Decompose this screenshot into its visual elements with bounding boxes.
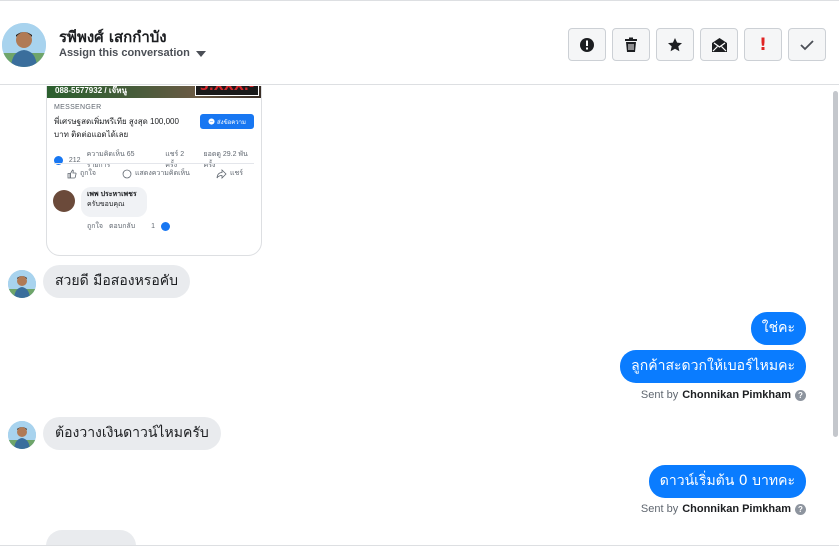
post-source-label: MESSENGER	[54, 104, 102, 111]
chevron-down-icon	[195, 50, 206, 57]
share-icon	[216, 168, 227, 179]
comment-author: เพพ ประหาเพชร	[87, 191, 137, 198]
outgoing-message: ลูกค้าสะดวกให้เบอร์ไหมคะ	[620, 350, 806, 383]
help-icon[interactable]: ?	[795, 503, 806, 515]
send-message-button[interactable]: ส่งข้อความ	[200, 114, 254, 129]
comment-meta: ถูกใจ ตอบกลับ 1	[87, 221, 171, 232]
post-share-action[interactable]: แชร์	[216, 168, 243, 179]
post-like-action[interactable]: ถูกใจ	[67, 168, 96, 179]
messenger-icon	[208, 118, 215, 125]
comment-like-link[interactable]: ถูกใจ	[87, 221, 103, 232]
incoming-message: ต้องวางเงินดาวน์ไหมครับ	[43, 417, 221, 450]
trash-icon	[625, 37, 637, 52]
post-image: 088-5577932 / เจ๊หนู 5.XXX.-	[47, 86, 261, 98]
conversation-header: รพีพงศ์ เสกกำบัง Assign this conversatio…	[0, 1, 839, 85]
exclamation-icon: !	[759, 34, 767, 55]
sent-by-label: Sent by Chonnikan Pimkham ?	[641, 503, 806, 515]
thumbs-up-icon	[67, 169, 77, 178]
sent-by-agent: Chonnikan Pimkham	[682, 389, 791, 401]
like-reaction-icon	[161, 222, 171, 231]
sent-by-prefix: Sent by	[640, 503, 679, 515]
post-like-label: ถูกใจ	[80, 170, 96, 177]
commenter-avatar	[53, 190, 75, 212]
comment-text: ครับขอบคุณ	[87, 201, 125, 208]
assign-conversation-dropdown[interactable]: Assign this conversation	[59, 47, 206, 59]
post-phone: 088-5577932 / เจ๊หนู	[55, 86, 127, 95]
sent-by-agent: Chonnikan Pimkham	[682, 503, 791, 515]
assign-label: Assign this conversation	[59, 47, 190, 59]
contact-name: รพีพงศ์ เสกกำบัง	[59, 28, 167, 46]
mark-spam-button[interactable]	[568, 28, 606, 61]
post-comment: เพพ ประหาเพชร ครับขอบคุณ	[81, 187, 147, 217]
contact-avatar[interactable]	[8, 421, 36, 449]
post-comment-label: แสดงความคิดเห็น	[135, 170, 190, 177]
delete-button[interactable]	[612, 28, 650, 61]
incoming-message-partial	[46, 530, 136, 545]
outgoing-message: ดาวน์เริ่มต้น 0 บาทคะ	[648, 465, 806, 498]
post-share-label: แชร์	[229, 170, 243, 177]
mark-done-button[interactable]	[788, 28, 826, 61]
shared-post-card[interactable]: 088-5577932 / เจ๊หนู 5.XXX.- MESSENGER พ…	[46, 86, 262, 256]
conversation-actions: !	[568, 28, 826, 61]
star-button[interactable]	[656, 28, 694, 61]
post-price-badge: 5.XXX.-	[195, 86, 259, 96]
post-actions: ถูกใจ แสดงความคิดเห็น แชร์	[67, 168, 243, 179]
thread-scrollbar[interactable]	[833, 91, 838, 437]
check-icon	[800, 39, 814, 50]
help-icon[interactable]: ?	[795, 389, 806, 401]
envelope-icon	[711, 37, 727, 52]
message-thread[interactable]: 088-5577932 / เจ๊หนู 5.XXX.- MESSENGER พ…	[0, 86, 839, 545]
comment-reply-link[interactable]: ตอบกลับ	[109, 221, 135, 232]
post-body: พี่เศรษฐสดเพิ่มพรีเทีย สูงสุด 100,000 บา…	[54, 117, 179, 139]
contact-avatar[interactable]	[2, 23, 46, 67]
contact-avatar[interactable]	[8, 270, 36, 298]
comment-reaction-count: 1	[151, 223, 156, 230]
follow-up-button[interactable]: !	[744, 28, 782, 61]
star-icon	[668, 37, 682, 51]
outgoing-message: ใช่คะ	[750, 312, 806, 345]
divider	[0, 545, 839, 546]
mark-unread-button[interactable]	[700, 28, 738, 61]
post-comment-action[interactable]: แสดงความคิดเห็น	[122, 168, 190, 179]
sent-by-prefix: Sent by	[640, 389, 679, 401]
divider	[54, 163, 254, 164]
incoming-message: สวยดี มือสองหรอคับ	[43, 265, 190, 298]
conversation-pane: รพีพงศ์ เสกกำบัง Assign this conversatio…	[0, 0, 839, 549]
sent-by-label: Sent by Chonnikan Pimkham ?	[641, 389, 806, 401]
comment-icon	[122, 169, 132, 178]
alert-circle-icon	[580, 37, 594, 52]
send-message-label: ส่งข้อความ	[216, 119, 246, 126]
